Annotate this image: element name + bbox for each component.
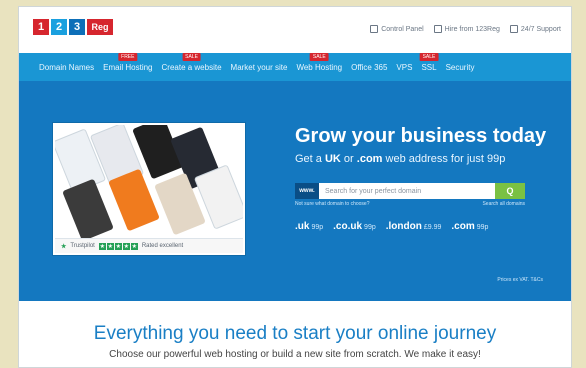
trustpilot-star-icon: ★ (61, 243, 67, 250)
nav-item-market-site[interactable]: Market your site (231, 63, 288, 72)
hero-title: Grow your business today (295, 125, 547, 147)
nav-item-create-website[interactable]: SALE Create a website (161, 52, 222, 72)
section-heading: Everything you need to start your online… (93, 323, 497, 344)
nav-item-label: VPS (396, 62, 413, 72)
logo-block-2: 2 (51, 19, 67, 35)
price-tld: .uk (295, 221, 310, 232)
top-links: Control Panel Hire from 123Reg 24/7 Supp… (370, 25, 561, 33)
hero-image: ★ Trustpilot ★ ★ ★ ★ ★ Rated excellent (53, 123, 245, 255)
nav-item-label: Email Hosting (103, 62, 153, 72)
price-value: £9.99 (423, 224, 442, 231)
star-icon: ★ (106, 242, 114, 250)
nav-item-label: SSL (421, 62, 437, 72)
price-value: 99p (311, 224, 324, 231)
brand-logo[interactable]: 1 2 3 Reg (33, 19, 113, 35)
sale-badge: SALE (182, 52, 201, 61)
star-icon: ★ (122, 242, 130, 250)
top-link-label: 24/7 Support (520, 25, 561, 33)
top-link-control-panel[interactable]: Control Panel (370, 25, 424, 33)
support-icon (509, 25, 518, 33)
search-icon: Q (506, 186, 514, 196)
nav-item-ssl[interactable]: SALE SSL (419, 52, 439, 72)
trustpilot-rating-text: Rated excellent (141, 243, 184, 249)
rating-stars: ★ ★ ★ ★ ★ (98, 242, 138, 250)
domain-search-input[interactable]: Search for your perfect domain (319, 183, 495, 199)
price-item[interactable]: .uk 99p (295, 221, 323, 232)
pricing-footnote: Prices ex VAT. T&Cs (497, 277, 543, 283)
star-icon: ★ (114, 242, 122, 250)
browser-frame: 1 2 3 Reg Control Panel Hire from 123Reg… (18, 6, 572, 368)
nav-item-label: Market your site (230, 62, 288, 72)
domain-help-link[interactable]: Not sure what domain to choose? (295, 201, 370, 207)
trustpilot-bar[interactable]: ★ Trustpilot ★ ★ ★ ★ ★ Rated excellent (55, 238, 243, 253)
top-link-support[interactable]: 24/7 Support (509, 25, 561, 33)
search-links: Not sure what domain to choose? Search a… (295, 201, 525, 207)
nav-item-label: Web Hosting (296, 62, 343, 72)
section-subheading: Choose our powerful web hosting or build… (109, 349, 481, 360)
search-button[interactable]: Q (495, 183, 525, 199)
price-tld: .london (385, 221, 422, 232)
price-value: 99p (476, 224, 489, 231)
nav-item-domain-names[interactable]: Domain Names (39, 63, 94, 72)
intro-section: Everything you need to start your online… (19, 301, 571, 367)
price-item[interactable]: .com 99p (451, 221, 488, 232)
price-item[interactable]: .london £9.99 (386, 221, 442, 232)
phone-icon (433, 25, 442, 33)
sale-badge: SALE (419, 52, 439, 61)
nav-item-label: Domain Names (39, 62, 95, 72)
domain-search: www. Search for your perfect domain Q (295, 183, 525, 199)
top-link-label: Hire from 123Reg (444, 25, 500, 33)
nav-item-security[interactable]: Security (446, 63, 475, 72)
hero-sub-mid: or (340, 153, 357, 165)
www-prefix: www. (295, 183, 319, 199)
nav-item-label: Office 365 (351, 62, 388, 72)
star-icon: ★ (98, 242, 106, 250)
template-card (62, 178, 114, 242)
price-value: 99p (364, 224, 376, 231)
search-all-domains-link[interactable]: Search all domains (482, 201, 525, 207)
price-tld: .co.uk (333, 221, 363, 232)
top-link-hire[interactable]: Hire from 123Reg (433, 25, 500, 33)
logo-block-1: 1 (33, 19, 49, 35)
nav-item-web-hosting[interactable]: SALE Web Hosting (296, 52, 343, 72)
top-link-label: Control Panel (381, 25, 424, 33)
lock-icon (370, 25, 379, 33)
hero-subtitle: Get a UK or .com web address for just 99… (295, 153, 505, 165)
hero-sub-pre: Get a (295, 153, 325, 165)
hero-sub-uk: UK (324, 153, 341, 165)
domain-prices: .uk 99p .co.uk 99p .london £9.99 .com 99p (295, 221, 488, 232)
logo-suffix: Reg (87, 19, 113, 35)
trustpilot-label: Trustpilot (70, 243, 95, 249)
star-icon: ★ (130, 242, 138, 250)
nav-item-vps[interactable]: VPS (396, 63, 412, 72)
nav-item-office-365[interactable]: Office 365 (351, 63, 387, 72)
logo-block-3: 3 (69, 19, 85, 35)
nav-item-label: Security (445, 62, 475, 72)
main-nav: Domain Names FREE Email Hosting SALE Cre… (19, 52, 571, 81)
free-badge: FREE (118, 52, 138, 61)
top-bar: 1 2 3 Reg Control Panel Hire from 123Reg… (19, 7, 571, 53)
nav-item-label: Create a website (161, 62, 222, 72)
hero-sub-com: .com (356, 153, 383, 165)
price-tld: .com (451, 221, 475, 232)
hero-sub-post: web address for just 99p (382, 153, 506, 165)
sale-badge: SALE (309, 52, 329, 61)
price-item[interactable]: .co.uk 99p (333, 221, 376, 232)
hero-banner: ★ Trustpilot ★ ★ ★ ★ ★ Rated excellent G… (19, 81, 571, 301)
nav-item-email-hosting[interactable]: FREE Email Hosting (103, 52, 153, 72)
